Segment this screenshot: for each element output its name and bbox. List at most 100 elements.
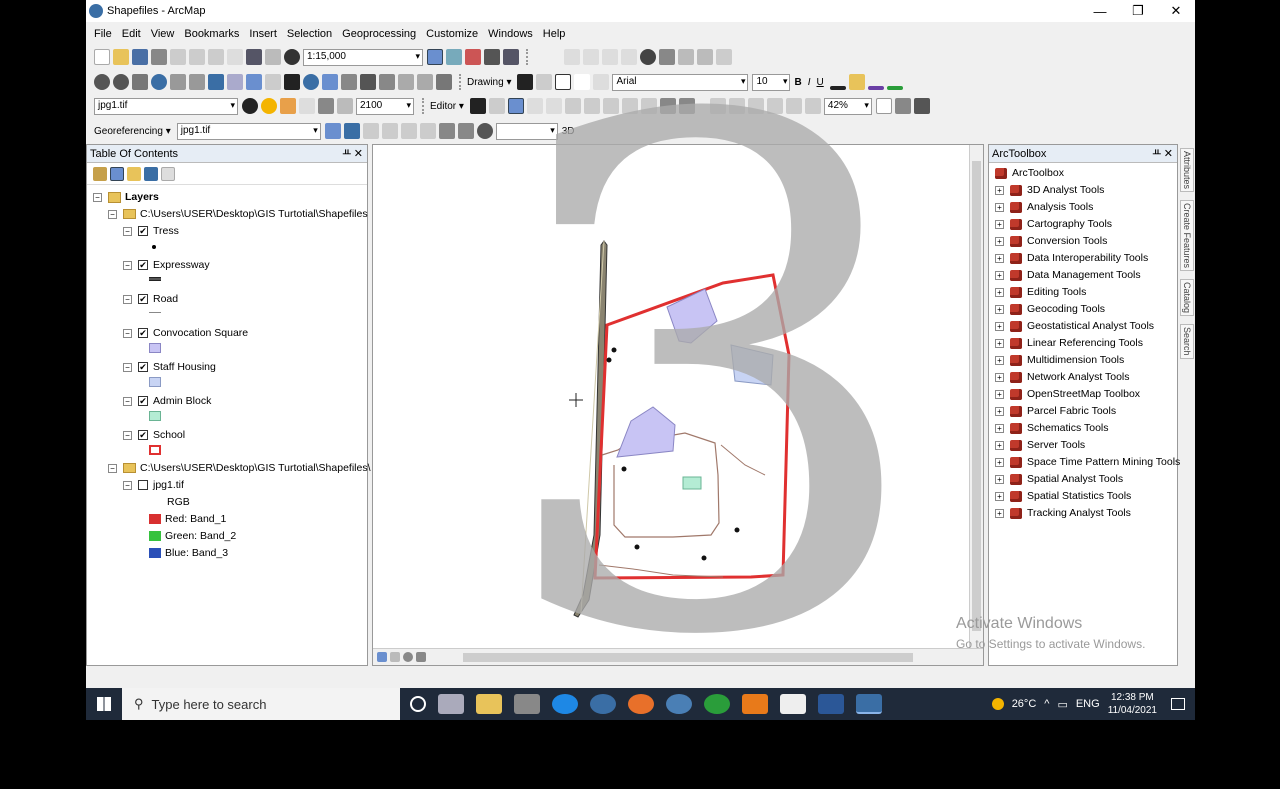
expand-icon[interactable]: + <box>995 457 1004 467</box>
topology-icon[interactable] <box>709 98 726 114</box>
hyperlink-icon[interactable] <box>398 74 414 90</box>
visibility-checkbox[interactable]: ✔ <box>138 294 148 304</box>
weather-icon[interactable] <box>991 698 1004 710</box>
network-icon[interactable]: ▭ <box>1057 698 1067 711</box>
add-control-points-icon[interactable] <box>381 123 398 139</box>
fix-topology-icon[interactable] <box>785 98 802 114</box>
clock[interactable]: 12:38 PM 11/04/2021 <box>1108 691 1157 717</box>
expand-icon[interactable]: + <box>995 287 1004 297</box>
redo-icon[interactable] <box>265 49 281 65</box>
edge-icon[interactable] <box>552 694 578 714</box>
expand-icon[interactable]: + <box>995 304 1004 314</box>
open-folder-icon[interactable] <box>113 49 129 65</box>
collapse-icon[interactable]: − <box>123 260 132 270</box>
visibility-checkbox[interactable]: ✔ <box>138 226 148 236</box>
admin-block-polygon[interactable] <box>682 476 702 490</box>
cut-icon[interactable] <box>170 49 186 65</box>
fill-color-icon[interactable] <box>848 74 865 90</box>
copy-icon[interactable] <box>189 49 205 65</box>
clear-selection-icon[interactable] <box>265 74 281 90</box>
map-horizontal-scrollbar[interactable] <box>373 648 983 665</box>
cut-polygons-icon[interactable] <box>640 98 657 114</box>
arctoolbox-panel-buttons[interactable]: ᚇ ✕ <box>1153 147 1173 160</box>
expand-icon[interactable]: + <box>995 508 1004 518</box>
menu-file[interactable]: File <box>94 28 112 40</box>
identify-icon[interactable] <box>303 74 319 90</box>
full-extent-icon[interactable] <box>151 74 167 90</box>
validate-icon[interactable] <box>766 98 783 114</box>
percent-select[interactable]: 42% <box>823 97 872 115</box>
rotate-georef-icon[interactable] <box>324 123 341 139</box>
collapse-icon[interactable]: − <box>123 430 132 440</box>
map-canvas[interactable] <box>373 145 971 650</box>
list-by-drawing-order-icon[interactable] <box>93 166 107 181</box>
edit-tool-icon[interactable] <box>469 98 486 114</box>
staff-housing-polygon[interactable] <box>616 406 676 458</box>
toolbox-item[interactable]: + OpenStreetMap Toolbox <box>995 388 1140 400</box>
layer-node-road[interactable]: − ✔ Road <box>123 293 178 305</box>
delete-icon[interactable] <box>227 49 243 65</box>
arcmap-taskbar-icon[interactable] <box>856 694 882 714</box>
tree-point[interactable] <box>701 555 707 561</box>
expand-icon[interactable]: + <box>995 321 1004 331</box>
toolbox-item[interactable]: + Editing Tools <box>995 286 1086 298</box>
tree-point[interactable] <box>621 466 627 472</box>
toolbox-item[interactable]: + Conversion Tools <box>995 235 1107 247</box>
contrast-icon[interactable] <box>242 98 258 114</box>
zoom-in-icon[interactable] <box>94 74 110 90</box>
zoom-out-icon[interactable] <box>113 74 129 90</box>
scale-icon[interactable] <box>362 123 379 139</box>
layer-node-jpg1[interactable]: − jpg1.tif <box>123 479 184 491</box>
menu-geoprocessing[interactable]: Geoprocessing <box>342 28 416 40</box>
rotate-icon[interactable] <box>536 74 553 90</box>
menu-bookmarks[interactable]: Bookmarks <box>184 28 239 40</box>
scrollbar-thumb[interactable] <box>972 161 981 631</box>
collapse-icon[interactable]: − <box>123 226 132 236</box>
zoom-to-link-icon[interactable] <box>419 123 436 139</box>
toolbox-item[interactable]: + Cartography Tools <box>995 218 1112 230</box>
road-feature[interactable] <box>598 564 724 578</box>
minimize-button[interactable]: — <box>1081 0 1119 22</box>
list-by-source-icon[interactable] <box>110 166 124 181</box>
layout-view-icon[interactable] <box>390 652 400 662</box>
time-slider-icon[interactable] <box>417 74 433 90</box>
staff-housing-polygon[interactable] <box>730 344 774 386</box>
measure-icon[interactable] <box>716 49 732 65</box>
sketch-properties-icon[interactable] <box>678 98 695 114</box>
text-tool-icon[interactable] <box>574 74 591 90</box>
rotate-view-icon[interactable] <box>476 123 493 139</box>
line-color-icon[interactable] <box>867 86 884 90</box>
underline-button[interactable]: U <box>817 77 824 88</box>
visibility-checkbox[interactable]: ✔ <box>138 328 148 338</box>
toolbox-item[interactable]: + Space Time Pattern Mining Tools <box>995 456 1180 468</box>
measure-tool-icon[interactable] <box>379 74 395 90</box>
expand-icon[interactable]: + <box>995 406 1004 416</box>
expand-icon[interactable]: + <box>995 236 1004 246</box>
expand-icon[interactable]: + <box>995 270 1004 280</box>
swipe-icon[interactable] <box>280 98 296 114</box>
layout-page-icon[interactable] <box>875 98 892 114</box>
collapse-icon[interactable]: − <box>123 294 132 304</box>
tree-point[interactable] <box>611 347 617 353</box>
toolbox-item[interactable]: + Geostatistical Analyst Tools <box>995 320 1154 332</box>
expand-icon[interactable]: + <box>995 423 1004 433</box>
tab-catalog[interactable]: Catalog <box>1180 279 1194 317</box>
list-by-selection-icon[interactable] <box>144 166 158 181</box>
map-view[interactable] <box>372 144 984 666</box>
close-button[interactable]: ✕ <box>1157 0 1195 22</box>
toc-options-icon[interactable] <box>161 166 175 181</box>
tab-create-features[interactable]: Create Features <box>1180 200 1194 272</box>
expand-icon[interactable]: + <box>995 219 1004 229</box>
layers-root[interactable]: − Layers <box>93 191 159 203</box>
forward-icon[interactable] <box>227 74 243 90</box>
split-tool-icon[interactable] <box>564 98 581 114</box>
editor-toolbar-icon[interactable] <box>427 49 443 65</box>
globe-icon[interactable] <box>640 49 656 65</box>
visibility-checkbox[interactable]: ✔ <box>138 362 148 372</box>
shift-icon[interactable] <box>343 123 360 139</box>
new-document-icon[interactable] <box>94 49 110 65</box>
tree-point[interactable] <box>606 357 612 363</box>
viewer-icon[interactable] <box>436 74 452 90</box>
python-icon[interactable] <box>484 49 500 65</box>
layer-node-admin-block[interactable]: − ✔ Admin Block <box>123 395 211 407</box>
